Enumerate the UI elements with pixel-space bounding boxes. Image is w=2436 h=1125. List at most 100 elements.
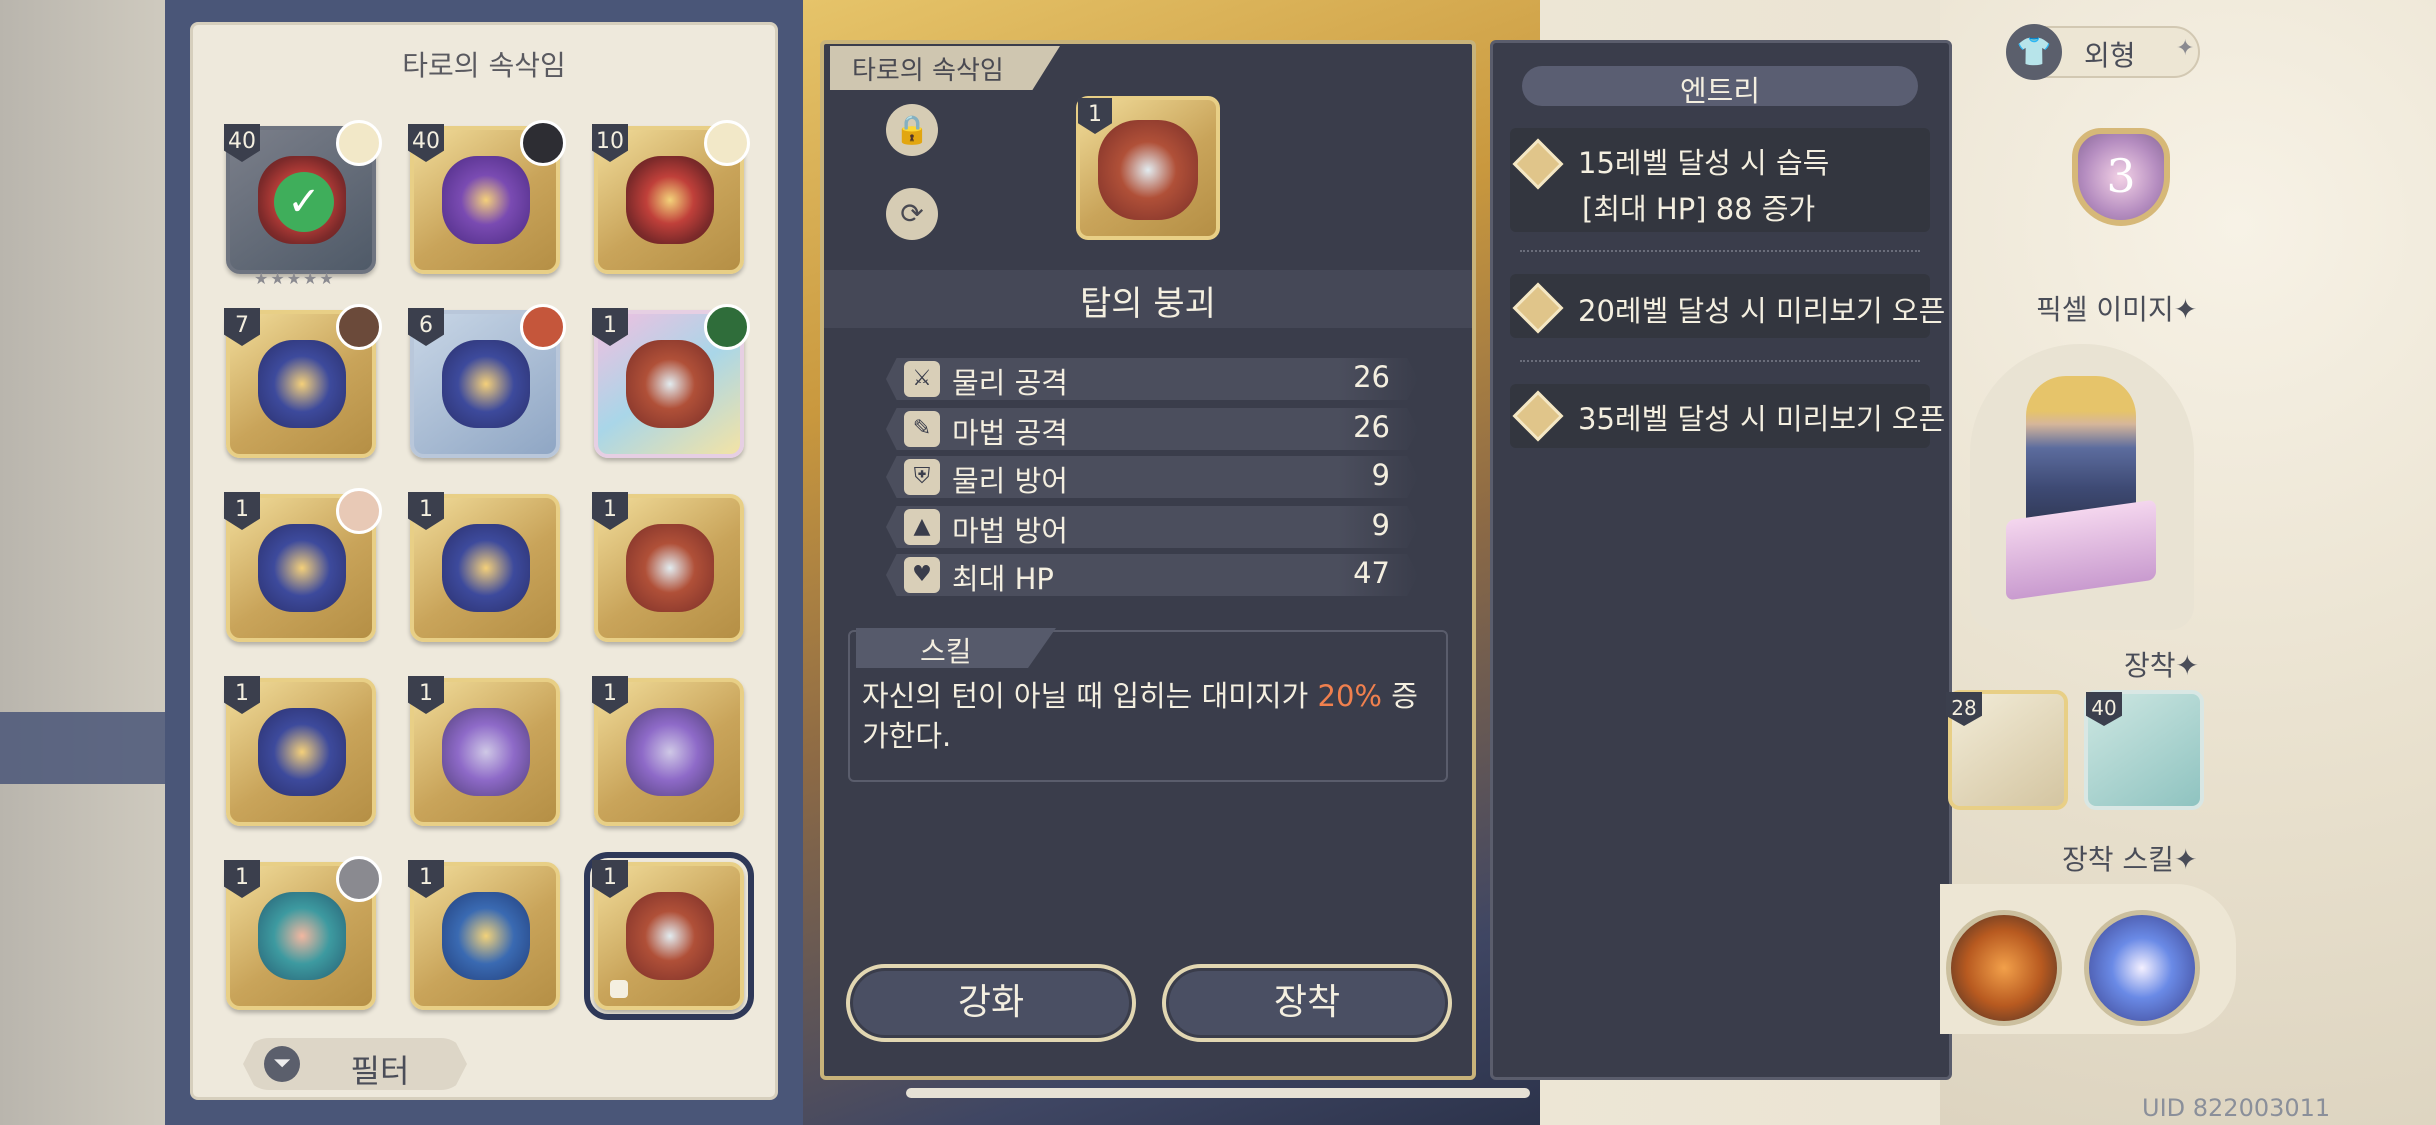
card-emblem-icon	[442, 524, 530, 612]
card-level-badge: 1	[224, 676, 260, 714]
tarot-card[interactable]: 1	[224, 856, 382, 1010]
skill-tab-label: 스킬	[920, 635, 972, 668]
tarot-card[interactable]: 40	[408, 120, 566, 274]
entry-divider	[1520, 250, 1920, 254]
wand-icon: ✎	[904, 411, 940, 447]
skill-desc-highlight: 20%	[1317, 679, 1382, 713]
enhance-button[interactable]: 강화	[846, 964, 1136, 1042]
card-level-badge: 7	[224, 308, 260, 346]
pixel-image-label: 픽셀 이미지✦	[2036, 288, 2197, 328]
equip-skill-text: 장착 스킬	[2062, 843, 2174, 876]
stat-value: 26	[1353, 410, 1390, 444]
inventory-title: 타로의 속삭임	[402, 49, 566, 82]
stat-value: 9	[1371, 508, 1390, 542]
entry-row-1-line1: 15레벨 달성 시 습득	[1578, 146, 1830, 180]
tarot-card[interactable]: 1	[408, 860, 560, 1010]
tarot-card[interactable]: 1	[408, 676, 560, 826]
card-level-badge: 1	[408, 860, 444, 898]
stat-value: 9	[1371, 458, 1390, 492]
filter-label: 필터	[350, 1052, 410, 1090]
shield-icon: ⛨	[904, 459, 940, 495]
owner-avatar	[520, 120, 566, 166]
card-level-badge: 1	[224, 492, 260, 530]
owner-avatar	[336, 304, 382, 350]
card-level-badge: 1	[592, 492, 628, 530]
stat-label: 물리 공격	[952, 366, 1068, 400]
entry-divider	[1520, 360, 1920, 364]
tarot-card[interactable]: 1	[592, 676, 744, 826]
stat-label: 물리 방어	[952, 464, 1068, 498]
pixel-image-text: 픽셀 이미지	[2036, 293, 2174, 326]
appearance-label: 외형	[2084, 39, 2136, 72]
card-level-badge: 1	[592, 308, 628, 346]
tarot-card[interactable]: 6	[408, 304, 566, 458]
card-emblem-icon	[442, 892, 530, 980]
card-emblem-icon	[442, 708, 530, 796]
tarot-card[interactable]: 1	[408, 492, 560, 642]
lock-icon	[610, 980, 628, 998]
swap-icon: ⟳	[900, 197, 924, 230]
card-emblem-icon	[442, 340, 530, 428]
stat-value: 26	[1353, 360, 1390, 394]
card-level-badge: 40	[224, 124, 260, 162]
card-level-badge: 1	[224, 860, 260, 898]
uid-label: UID 822003011	[2142, 1094, 2331, 1122]
sparkle-icon: ✦	[2173, 843, 2198, 876]
scrollbar[interactable]	[906, 1088, 1530, 1098]
filter-icon: ⏷	[264, 1046, 300, 1082]
tarot-card[interactable]: 1	[584, 852, 754, 1020]
tower-emblem-icon	[1098, 120, 1198, 220]
item-name: 탑의 붕괴	[1080, 284, 1216, 324]
stat-label: 마법 방어	[952, 514, 1068, 548]
owner-avatar	[336, 856, 382, 902]
card-emblem-icon	[626, 708, 714, 796]
sparkle-icon: ✦	[2175, 649, 2199, 682]
shirt-icon: 👕	[2006, 24, 2062, 80]
card-level-badge: 1	[408, 492, 444, 530]
entry-row-3-line1: 35레벨 달성 시 미리보기 오픈	[1578, 402, 1946, 436]
card-level-badge: 6	[408, 308, 444, 346]
owner-avatar	[704, 304, 750, 350]
owner-avatar	[520, 304, 566, 350]
card-level-badge: 1	[592, 860, 628, 898]
tarot-card[interactable]: 1	[592, 492, 744, 642]
owner-avatar	[336, 488, 382, 534]
tarot-card[interactable]: 1	[224, 488, 382, 642]
lightning-sword-skill-icon[interactable]	[2084, 910, 2200, 1026]
sword-icon: ⚔	[904, 361, 940, 397]
card-emblem-icon	[258, 708, 346, 796]
skill-desc-before: 자신의 턴이 아닐 때 입히는 대미지가	[862, 679, 1318, 713]
swap-button[interactable]: ⟳	[886, 188, 938, 240]
horseman-skill-icon[interactable]	[1946, 910, 2062, 1026]
lock-button[interactable]: 🔒	[886, 104, 938, 156]
owner-avatar	[704, 120, 750, 166]
tarot-card[interactable]: 7	[224, 304, 382, 458]
stat-label: 마법 공격	[952, 416, 1068, 450]
star-rating-icon: ★★★★★	[254, 269, 336, 288]
card-emblem-icon	[626, 340, 714, 428]
card-level-badge: 10	[592, 124, 628, 162]
entry-row-2-line1: 20레벨 달성 시 미리보기 오픈	[1578, 294, 1946, 328]
tarot-card[interactable]: 40 ✓ ★★★★★	[224, 120, 382, 288]
hat-icon: ▲	[904, 509, 940, 545]
entry-row-1-line2: [최대 HP] 88 증가	[1582, 192, 1816, 226]
card-emblem-icon	[258, 340, 346, 428]
card-emblem-icon	[626, 156, 714, 244]
equip-skill-label: 장착 스킬✦	[2062, 838, 2197, 878]
card-emblem-icon	[258, 524, 346, 612]
sparkle-icon: ✦	[2173, 293, 2198, 326]
sparkle-icon: ✦	[2176, 36, 2195, 61]
tarot-card[interactable]: 10	[592, 120, 750, 274]
equip-button[interactable]: 장착	[1162, 964, 1452, 1042]
card-emblem-icon	[442, 156, 530, 244]
tarot-card[interactable]: 1	[592, 304, 750, 458]
detail-tab-label: 타로의 속삭임	[852, 56, 1004, 86]
card-emblem-icon	[626, 524, 714, 612]
card-level-badge: 40	[408, 124, 444, 162]
owner-avatar	[336, 120, 382, 166]
tarot-card[interactable]: 1	[224, 676, 376, 826]
skill-description: 자신의 턴이 아닐 때 입히는 대미지가 20% 증가한다.	[862, 676, 1442, 756]
card-level-badge: 1	[592, 676, 628, 714]
heart-rank-badge: 3	[2072, 128, 2170, 226]
equip-section-text: 장착	[2124, 649, 2176, 682]
